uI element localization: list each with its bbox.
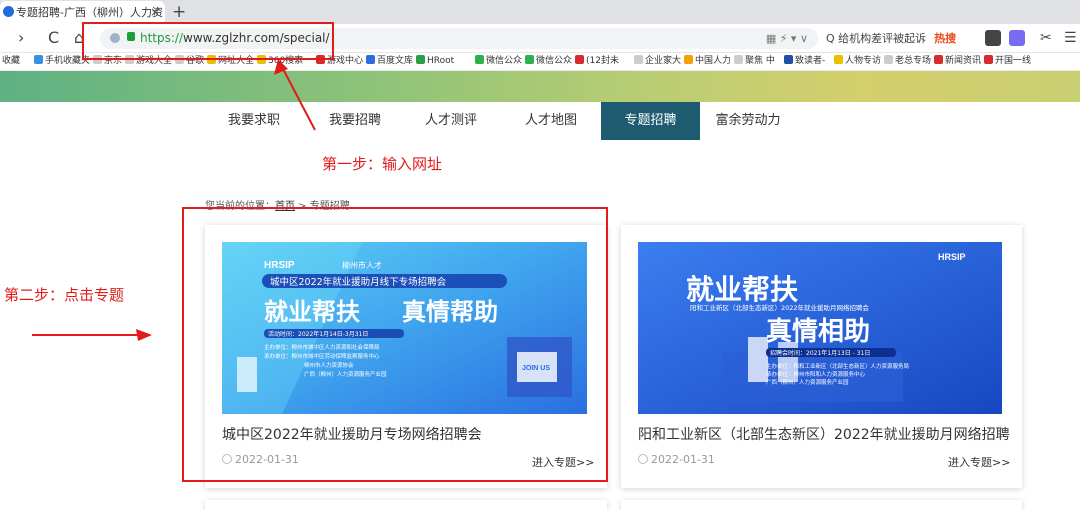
- topic-card[interactable]: HRSIP 就业帮扶 阳和工业新区（北部生态新区）2022年就业援助月网络招聘会…: [621, 225, 1022, 488]
- poster-date: 招聘会时间：2021年1月13日 - 31日: [770, 349, 870, 357]
- forward-icon[interactable]: ›: [18, 27, 24, 49]
- annotation-arrow-up: [274, 59, 316, 131]
- annotation-arrow-right: [32, 329, 152, 341]
- poster-slogan-1: 就业帮扶: [686, 273, 798, 306]
- poster-org-2: 承办单位：柳州市阳和人力资源服务中心: [766, 370, 866, 378]
- nav-item[interactable]: 人才测评: [408, 102, 494, 140]
- extension-icon[interactable]: [985, 30, 1001, 46]
- bookmark-label: 老总专场: [895, 56, 932, 66]
- profile-icon[interactable]: [1009, 30, 1025, 46]
- bookmark-item[interactable]: 微信公众: [525, 53, 572, 70]
- bookmark-label: 致读者-: [795, 56, 826, 66]
- menu-icon[interactable]: ☰: [1064, 27, 1077, 49]
- bookmark-item[interactable]: 聚焦 中: [734, 53, 775, 70]
- bookmark-label: HRoot: [427, 56, 455, 66]
- bookmark-item[interactable]: 致读者-: [784, 53, 825, 70]
- bookmark-icon: [984, 55, 993, 64]
- tab-close-icon[interactable]: ×: [150, 1, 160, 24]
- bookmark-label: 开国一线: [995, 56, 1032, 66]
- topic-card-date: 2022-01-31: [638, 453, 715, 466]
- bookmark-label: 聚焦 中: [745, 56, 775, 66]
- site-favicon-icon: [3, 6, 14, 17]
- bookmark-label: 企业家大: [645, 56, 682, 66]
- bookmark-item[interactable]: 开国一线: [984, 53, 1031, 70]
- annotation-step-2: 第二步：点击专题: [4, 286, 125, 304]
- bookmark-item[interactable]: HRoot: [416, 53, 454, 70]
- search-box[interactable]: Q 给机构差评被起诉 热搜: [826, 28, 976, 49]
- topic-card-next: [621, 500, 1022, 510]
- bookmark-item[interactable]: 企业家大: [634, 53, 681, 70]
- poster-org-3: 广西（柳州）人力资源服务产业园: [766, 378, 849, 386]
- bookmark-icon: [366, 55, 375, 64]
- browser-tab[interactable]: 专题招聘-广西（柳州）人力资 ×: [0, 1, 165, 24]
- topic-poster-image[interactable]: HRSIP 就业帮扶 阳和工业新区（北部生态新区）2022年就业援助月网络招聘会…: [638, 242, 1002, 414]
- topic-card-title[interactable]: 阳和工业新区（北部生态新区）2022年就业援助月网络招聘: [638, 424, 1010, 444]
- poster-org-1: 主办单位：阳和工业新区（北部生态新区）人力资源服务局: [766, 362, 909, 370]
- bookmark-icon: [684, 55, 693, 64]
- nav-item[interactable]: 人才地图: [508, 102, 594, 140]
- poster-event: 阳和工业新区（北部生态新区）2022年就业援助月网络招聘会: [690, 303, 870, 312]
- bookmark-item[interactable]: 百度文库: [366, 53, 413, 70]
- hot-search-badge[interactable]: 热搜: [934, 32, 956, 45]
- main-nav: 我要求职 我要招聘 人才测评 人才地图 专题招聘 富余劳动力: [0, 102, 1080, 140]
- bookmark-label: 新闻资讯: [945, 56, 982, 66]
- search-text: Q 给机构差评被起诉: [826, 32, 927, 45]
- topic-card-next: [205, 500, 607, 510]
- reload-icon[interactable]: C: [48, 27, 59, 49]
- bookmark-icon: [416, 55, 425, 64]
- bookmark-icon: [784, 55, 793, 64]
- bookmark-icon: [634, 55, 643, 64]
- bookmark-label: 人物专访: [845, 56, 882, 66]
- annotation-card-highlight: [182, 207, 608, 482]
- bookmark-icon: [734, 55, 743, 64]
- bookmark-item[interactable]: 收藏: [2, 53, 20, 70]
- site-header-banner: [0, 71, 1080, 102]
- address-bar-icons[interactable]: ▦ ⚡ ▾ ∨: [766, 28, 808, 49]
- annotation-step-1: 第一步：输入网址: [322, 155, 443, 173]
- poster-slogan-2: 真情相助: [766, 317, 870, 347]
- scissors-icon[interactable]: ✂: [1040, 27, 1052, 49]
- bookmark-label: (12封未: [586, 56, 619, 66]
- poster-brand: HRSIP: [938, 252, 966, 262]
- bookmark-item[interactable]: 中国人力: [684, 53, 731, 70]
- bookmark-item[interactable]: 微信公众: [475, 53, 522, 70]
- bookmark-item[interactable]: 人物专访: [834, 53, 881, 70]
- browser-tab-bar: 专题招聘-广西（柳州）人力资 × +: [0, 0, 1080, 24]
- bookmark-label: 中国人力: [695, 56, 732, 66]
- bookmark-label: 微信公众: [486, 56, 523, 66]
- bookmark-item[interactable]: 老总专场: [884, 53, 931, 70]
- bookmark-icon: [475, 55, 484, 64]
- bookmark-label: 收藏: [2, 56, 21, 66]
- bookmark-icon: [525, 55, 534, 64]
- bookmark-icon: [884, 55, 893, 64]
- nav-item[interactable]: 专题招聘: [601, 102, 700, 140]
- bookmark-item[interactable]: 新闻资讯: [934, 53, 981, 70]
- bookmark-label: 百度文库: [377, 56, 414, 66]
- nav-item[interactable]: 富余劳动力: [700, 102, 796, 140]
- bookmark-label: 微信公众: [536, 56, 573, 66]
- clock-icon: [638, 454, 648, 464]
- bookmark-icon: [934, 55, 943, 64]
- bookmark-item[interactable]: (12封未: [575, 53, 619, 70]
- bookmark-icon: [34, 55, 43, 64]
- bookmark-icon: [575, 55, 584, 64]
- enter-topic-link[interactable]: 进入专题>>: [948, 454, 1010, 470]
- tab-title: 专题招聘-广西（柳州）人力资: [16, 6, 163, 19]
- bookmark-icon: [834, 55, 843, 64]
- poster-graphic-2: HRSIP 就业帮扶 阳和工业新区（北部生态新区）2022年就业援助月网络招聘会…: [638, 242, 1002, 414]
- new-tab-button[interactable]: +: [172, 1, 186, 23]
